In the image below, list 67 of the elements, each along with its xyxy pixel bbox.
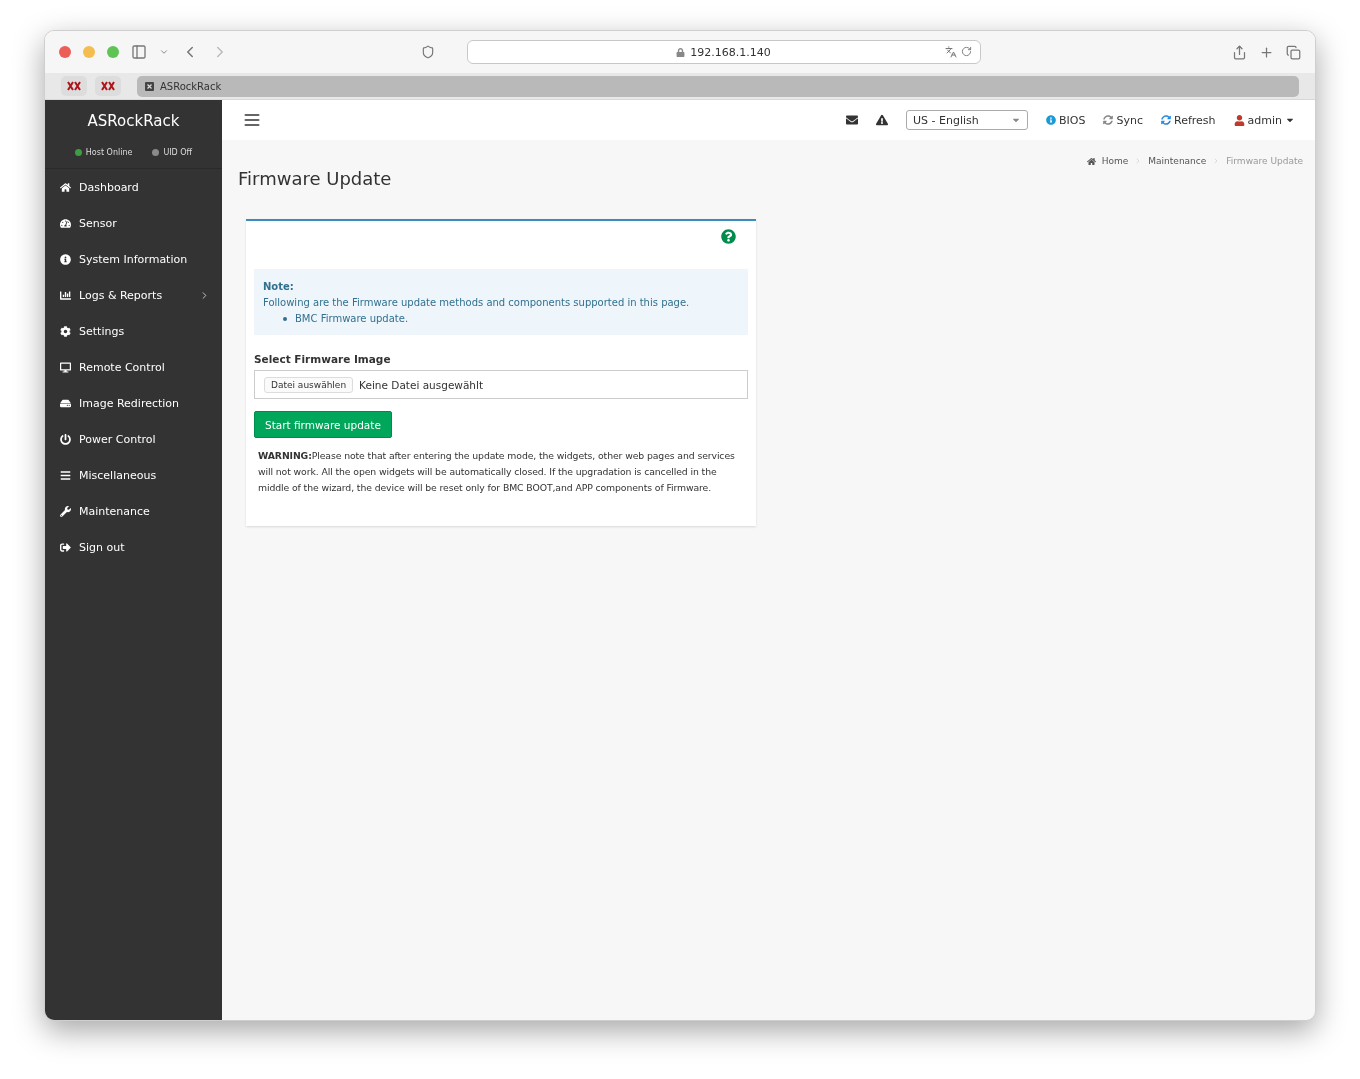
address-bar[interactable]: 192.168.1.140 — [466, 40, 981, 64]
pinned-site-icon[interactable] — [101, 81, 115, 91]
field-label: Select Firmware Image — [254, 353, 392, 365]
sidebar-item[interactable]: Power Control — [45, 421, 222, 457]
bullet-icon — [283, 317, 287, 321]
sidebar-item[interactable]: Sign out — [45, 529, 222, 565]
info-icon — [1046, 115, 1057, 125]
monitor-icon — [60, 361, 71, 373]
page-title: Firmware Update — [238, 168, 392, 189]
language-select[interactable]: US - English — [906, 110, 1029, 130]
close-button[interactable] — [59, 46, 71, 58]
warning-icon[interactable] — [876, 114, 889, 126]
header-link[interactable]: BIOS — [1046, 113, 1086, 127]
choose-file-button[interactable]: Datei auswählen — [264, 376, 354, 393]
browser-tab[interactable]: ASRockRack — [137, 75, 1299, 97]
sidebar-item[interactable]: Sensor — [45, 205, 222, 241]
brand-title: ASRockRack — [86, 111, 181, 132]
note-bullet: BMC Firmware update. — [295, 312, 409, 326]
power-icon — [60, 433, 71, 445]
wrench-icon — [60, 505, 71, 517]
status-label: UID Off — [163, 148, 193, 157]
drive-icon — [60, 397, 71, 409]
sidebar-icon[interactable] — [131, 44, 147, 60]
menu-icon — [60, 469, 71, 481]
sign-out-icon — [60, 541, 71, 553]
sidebar-item[interactable]: Dashboard — [45, 169, 222, 205]
home-icon — [1086, 156, 1096, 166]
chevron-down-icon[interactable] — [159, 47, 169, 57]
envelope-icon[interactable] — [846, 114, 859, 126]
home-icon — [60, 181, 71, 193]
lock-icon — [676, 47, 686, 57]
header-link[interactable]: Refresh — [1161, 113, 1216, 127]
header-link[interactable]: Sync — [1103, 113, 1143, 127]
translate-icon[interactable] — [944, 46, 957, 58]
gauge-icon — [60, 217, 71, 229]
sync-icon — [1103, 115, 1114, 125]
note-heading: Note: — [263, 280, 295, 294]
sidebar-item[interactable]: System Information — [45, 241, 222, 277]
refresh-icon — [1161, 115, 1171, 125]
url-text: 192.168.1.140 — [690, 45, 771, 59]
share-icon[interactable] — [1232, 44, 1247, 60]
file-status: Keine Datei ausgewählt — [359, 378, 484, 391]
sidebar-item[interactable]: Maintenance — [45, 493, 222, 529]
favicon-icon — [145, 81, 154, 91]
pinned-tab[interactable] — [95, 76, 121, 96]
warning-text: WARNING:Please note that after entering the update mode, the widgets, other web pages and services will not work. All the open widgets will be automatically closed. If the upgradation is cancelled in the middle of the wizard, the device will be reset only for BMC BOOT,and APP components of Firmware. — [258, 449, 736, 495]
file-input[interactable]: Datei auswählen Keine Datei ausgewählt — [254, 370, 748, 399]
reload-icon[interactable] — [960, 46, 972, 58]
sidebar-item[interactable]: Logs & Reports — [45, 277, 222, 313]
sidebar-item[interactable]: Miscellaneous — [45, 457, 222, 493]
info-icon — [60, 253, 71, 265]
pinned-site-icon[interactable] — [67, 81, 81, 91]
plus-icon[interactable] — [1259, 44, 1274, 60]
bar-chart-icon — [60, 289, 71, 301]
shield-icon[interactable] — [421, 45, 435, 59]
note-text: Following are the Firmware update methods and components supported in this page. — [263, 296, 691, 310]
sidebar-item[interactable]: Settings — [45, 313, 222, 349]
user-menu[interactable]: admin — [1233, 113, 1295, 127]
breadcrumb-link[interactable]: Home — [1101, 156, 1129, 166]
user-icon — [1233, 114, 1245, 126]
status-label: Host Online — [85, 148, 133, 157]
tabs-icon[interactable] — [1286, 44, 1301, 60]
sidebar-item[interactable]: Image Redirection — [45, 385, 222, 421]
pinned-tab[interactable] — [61, 76, 87, 96]
gear-icon — [60, 325, 71, 337]
sidebar-item[interactable]: Remote Control — [45, 349, 222, 385]
breadcrumb-link[interactable]: Maintenance — [1148, 156, 1207, 166]
